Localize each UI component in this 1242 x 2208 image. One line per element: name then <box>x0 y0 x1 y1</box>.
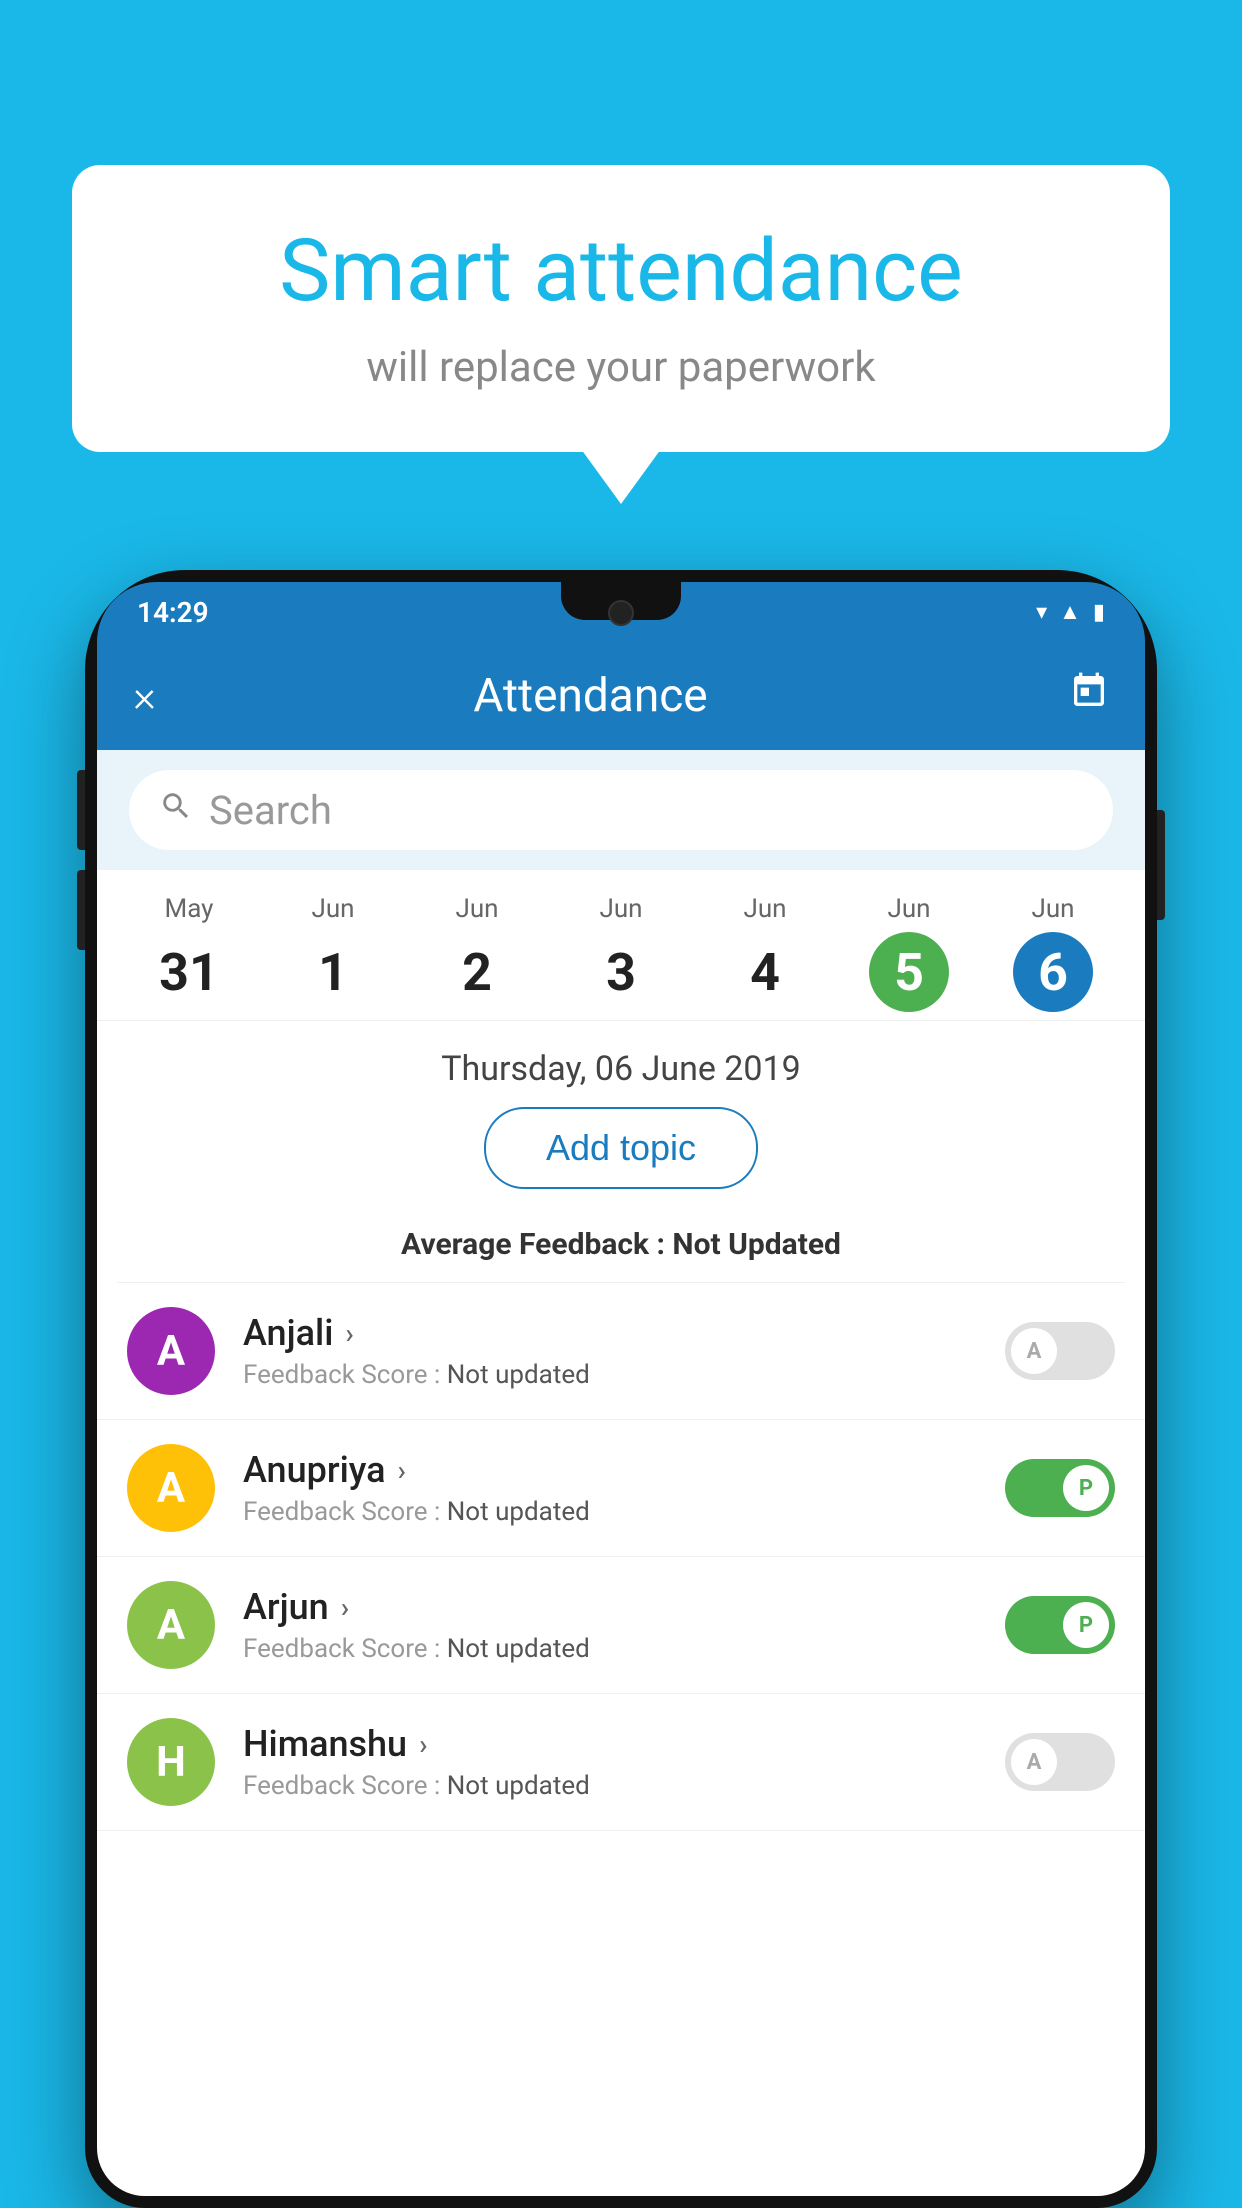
student-item-0[interactable]: AAnjali›Feedback Score : Not updatedA <box>97 1283 1145 1420</box>
calendar-icon[interactable] <box>1069 671 1109 721</box>
battery-icon: ▮ <box>1093 600 1105 625</box>
status-time: 14:29 <box>137 596 209 629</box>
cal-date-5: 5 <box>869 932 949 1012</box>
student-score-2: Feedback Score : Not updated <box>243 1634 1005 1664</box>
student-list: AAnjali›Feedback Score : Not updatedAAAn… <box>97 1283 1145 1831</box>
speech-bubble: Smart attendance will replace your paper… <box>72 165 1170 452</box>
toggle-container-0[interactable]: A <box>1005 1322 1115 1380</box>
chevron-icon-3: › <box>419 1728 427 1761</box>
student-score-0: Feedback Score : Not updated <box>243 1360 1005 1390</box>
toggle-thumb-0: A <box>1011 1328 1057 1374</box>
calendar-day-2[interactable]: Jun 2 <box>405 894 549 1012</box>
cal-month-5: Jun <box>837 894 981 924</box>
wifi-icon: ▾ <box>1036 600 1047 625</box>
toggle-container-1[interactable]: P <box>1005 1459 1115 1517</box>
phone-screen: × Attendance Search May 31 Jun 1 Jun 2 <box>97 642 1145 2196</box>
toggle-thumb-3: A <box>1011 1739 1057 1785</box>
attendance-toggle-1[interactable]: P <box>1005 1459 1115 1517</box>
phone-notch <box>561 582 681 620</box>
student-avatar-0: A <box>127 1307 215 1395</box>
search-icon <box>159 789 193 832</box>
power-button <box>1157 810 1165 920</box>
avg-feedback-label: Average Feedback : <box>401 1227 665 1262</box>
avg-feedback-value: Not Updated <box>672 1227 841 1262</box>
student-info-3: Himanshu› Feedback Score : Not updated <box>243 1723 1005 1801</box>
avg-feedback: Average Feedback : Not Updated <box>97 1227 1145 1282</box>
student-info-2: Arjun› Feedback Score : Not updated <box>243 1586 1005 1664</box>
calendar-day-4[interactable]: Jun 4 <box>693 894 837 1012</box>
student-name-0: Anjali› <box>243 1312 1005 1354</box>
front-camera <box>608 600 634 626</box>
chevron-icon-2: › <box>341 1591 349 1624</box>
volume-down-button <box>77 870 85 950</box>
cal-month-3: Jun <box>549 894 693 924</box>
student-name-2: Arjun› <box>243 1586 1005 1628</box>
header-title: Attendance <box>156 669 1025 723</box>
search-placeholder: Search <box>209 787 332 834</box>
calendar-day-6[interactable]: Jun 6 <box>981 894 1125 1012</box>
cal-date-2: 2 <box>437 932 517 1012</box>
chevron-icon-1: › <box>398 1454 406 1487</box>
attendance-toggle-0[interactable]: A <box>1005 1322 1115 1380</box>
calendar-day-1[interactable]: Jun 1 <box>261 894 405 1012</box>
chevron-icon-0: › <box>345 1317 353 1350</box>
status-icons: ▾ ▲ ▮ <box>1036 599 1105 625</box>
cal-month-0: May <box>117 894 261 924</box>
date-display: Thursday, 06 June 2019 <box>97 1021 1145 1107</box>
cal-date-6: 6 <box>1013 932 1093 1012</box>
student-item-3[interactable]: H Himanshu› Feedback Score : Not updatedA <box>97 1694 1145 1831</box>
signal-icon: ▲ <box>1059 599 1081 625</box>
cal-month-6: Jun <box>981 894 1125 924</box>
toggle-thumb-2: P <box>1063 1602 1109 1648</box>
cal-date-4: 4 <box>725 932 805 1012</box>
app-header: × Attendance <box>97 642 1145 750</box>
student-item-1[interactable]: A Anupriya› Feedback Score : Not updated P <box>97 1420 1145 1557</box>
search-box[interactable]: Search <box>129 770 1113 850</box>
toggle-container-3[interactable]: A <box>1005 1733 1115 1791</box>
cal-month-1: Jun <box>261 894 405 924</box>
cal-date-0: 31 <box>149 932 229 1012</box>
toggle-thumb-1: P <box>1063 1465 1109 1511</box>
search-container: Search <box>97 750 1145 870</box>
student-info-1: Anupriya› Feedback Score : Not updated <box>243 1449 1005 1527</box>
student-info-0: Anjali› Feedback Score : Not updated <box>243 1312 1005 1390</box>
student-avatar-3: H <box>127 1718 215 1806</box>
add-topic-button[interactable]: Add topic <box>484 1107 758 1189</box>
student-name-3: Himanshu› <box>243 1723 1005 1765</box>
calendar-day-0[interactable]: May 31 <box>117 894 261 1012</box>
bubble-subtitle: will replace your paperwork <box>132 343 1110 392</box>
calendar-day-3[interactable]: Jun 3 <box>549 894 693 1012</box>
bubble-title: Smart attendance <box>132 220 1110 321</box>
toggle-container-2[interactable]: P <box>1005 1596 1115 1654</box>
student-avatar-2: A <box>127 1581 215 1669</box>
attendance-toggle-2[interactable]: P <box>1005 1596 1115 1654</box>
cal-date-3: 3 <box>581 932 661 1012</box>
student-avatar-1: A <box>127 1444 215 1532</box>
student-name-1: Anupriya› <box>243 1449 1005 1491</box>
student-score-1: Feedback Score : Not updated <box>243 1497 1005 1527</box>
student-score-3: Feedback Score : Not updated <box>243 1771 1005 1801</box>
calendar-day-5[interactable]: Jun 5 <box>837 894 981 1012</box>
calendar-strip: May 31 Jun 1 Jun 2 Jun 3 Jun 4 Jun 5 Jun 6 <box>97 870 1145 1021</box>
student-item-2[interactable]: A Arjun› Feedback Score : Not updated P <box>97 1557 1145 1694</box>
cal-month-4: Jun <box>693 894 837 924</box>
attendance-toggle-3[interactable]: A <box>1005 1733 1115 1791</box>
cal-date-1: 1 <box>293 932 373 1012</box>
close-button[interactable]: × <box>133 670 156 722</box>
cal-month-2: Jun <box>405 894 549 924</box>
phone-frame: 14:29 ▾ ▲ ▮ × Attendance <box>85 570 1157 2208</box>
volume-up-button <box>77 770 85 850</box>
